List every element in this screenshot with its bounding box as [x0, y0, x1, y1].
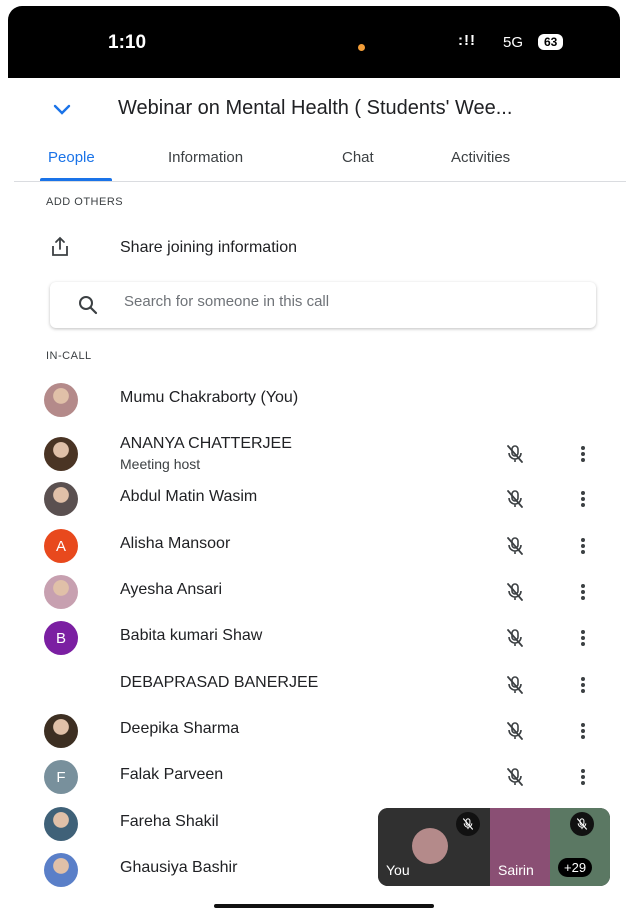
meeting-title: Webinar on Mental Health ( Students' Wee… [118, 97, 513, 119]
section-add-others: ADD OTHERS [46, 196, 124, 208]
avatar [44, 807, 78, 841]
tab-bar: People Information Chat Activities [14, 140, 626, 182]
participant-name: Deepika Sharma [120, 720, 240, 737]
status-bar: 1:10 :!! 5G 63 [8, 6, 620, 78]
tab-information[interactable]: Information [168, 149, 243, 166]
pip-avatar [412, 828, 448, 864]
more-options-icon[interactable] [580, 535, 586, 562]
avatar: F [44, 760, 78, 794]
home-indicator [214, 904, 434, 908]
chevron-down-icon[interactable] [52, 102, 72, 121]
search-box[interactable] [50, 282, 596, 328]
pip-second-label: Sairin [498, 862, 534, 878]
tab-chat[interactable]: Chat [342, 149, 374, 166]
mic-off-icon [570, 812, 594, 836]
mic-off-icon [504, 766, 526, 793]
participant-row[interactable]: B Babita kumari Shaw [14, 615, 626, 661]
avatar [44, 383, 78, 417]
participant-row[interactable]: DEBAPRASAD BANERJEE [14, 662, 626, 708]
search-input[interactable] [124, 293, 564, 310]
participant-name: Falak Parveen [120, 766, 224, 783]
tab-activities[interactable]: Activities [451, 149, 510, 166]
avatar [44, 575, 78, 609]
more-options-icon[interactable] [580, 581, 586, 608]
avatar [44, 482, 78, 516]
participant-row[interactable]: Abdul Matin Wasim [14, 476, 626, 522]
more-options-icon[interactable] [580, 674, 586, 701]
sheet-header: Webinar on Mental Health ( Students' Wee… [14, 80, 626, 138]
share-label: Share joining information [120, 239, 297, 256]
mic-off-icon [504, 488, 526, 515]
participant-row[interactable]: Mumu Chakraborty (You) [14, 377, 626, 423]
battery-icon: 63 [538, 34, 564, 50]
participant-name: Babita kumari Shaw [120, 627, 263, 644]
more-options-icon[interactable] [580, 488, 586, 515]
mic-off-icon [504, 581, 526, 608]
people-sheet: Webinar on Mental Health ( Students' Wee… [14, 80, 626, 910]
participant-row[interactable]: F Falak Parveen [14, 754, 626, 800]
mic-off-icon [504, 443, 526, 470]
participant-name: Ayesha Ansari [120, 581, 222, 598]
avatar [44, 853, 78, 887]
participant-name: Mumu Chakraborty (You) [120, 389, 299, 406]
participant-name: DEBAPRASAD BANERJEE [120, 674, 319, 691]
active-tab-indicator [40, 178, 112, 181]
recording-dot [358, 44, 365, 51]
avatar: B [44, 621, 78, 655]
mic-off-icon [504, 627, 526, 654]
more-options-icon[interactable] [580, 627, 586, 654]
participant-role: Meeting host [120, 456, 201, 472]
mic-off-icon [504, 720, 526, 747]
more-options-icon[interactable] [580, 443, 586, 470]
participant-row[interactable]: Ayesha Ansari [14, 569, 626, 615]
more-options-icon[interactable] [580, 720, 586, 747]
participant-row[interactable]: ANANYA CHATTERJEE Meeting host [14, 431, 626, 477]
participant-name: Fareha Shakil [120, 813, 219, 830]
participant-name: Ghausiya Bashir [120, 859, 238, 876]
participant-name: Alisha Mansoor [120, 535, 231, 552]
share-icon [50, 236, 70, 263]
search-icon [78, 295, 98, 320]
pip-tile-you: You [378, 808, 490, 886]
pip-tile-second: Sairin [490, 808, 550, 886]
avatar [44, 668, 78, 702]
video-pip[interactable]: You Sairin +29 [378, 808, 610, 886]
section-in-call: IN-CALL [46, 350, 92, 362]
participant-name: Abdul Matin Wasim [120, 488, 258, 505]
network-label: 5G [503, 34, 524, 51]
mic-off-icon [456, 812, 480, 836]
share-joining-info-row[interactable]: Share joining information [14, 228, 626, 272]
mic-off-icon [504, 674, 526, 701]
avatar: A [44, 529, 78, 563]
avatar [44, 714, 78, 748]
avatar [44, 437, 78, 471]
more-participants-count: +29 [558, 858, 593, 877]
participant-row[interactable]: A Alisha Mansoor [14, 523, 626, 569]
signal-icon: :!! [458, 32, 476, 49]
participant-row[interactable]: Deepika Sharma [14, 708, 626, 754]
status-time: 1:10 [108, 32, 147, 53]
participant-name: ANANYA CHATTERJEE [120, 435, 292, 452]
mic-off-icon [504, 535, 526, 562]
tab-people[interactable]: People [48, 149, 95, 166]
pip-you-label: You [386, 862, 410, 878]
more-options-icon[interactable] [580, 766, 586, 793]
